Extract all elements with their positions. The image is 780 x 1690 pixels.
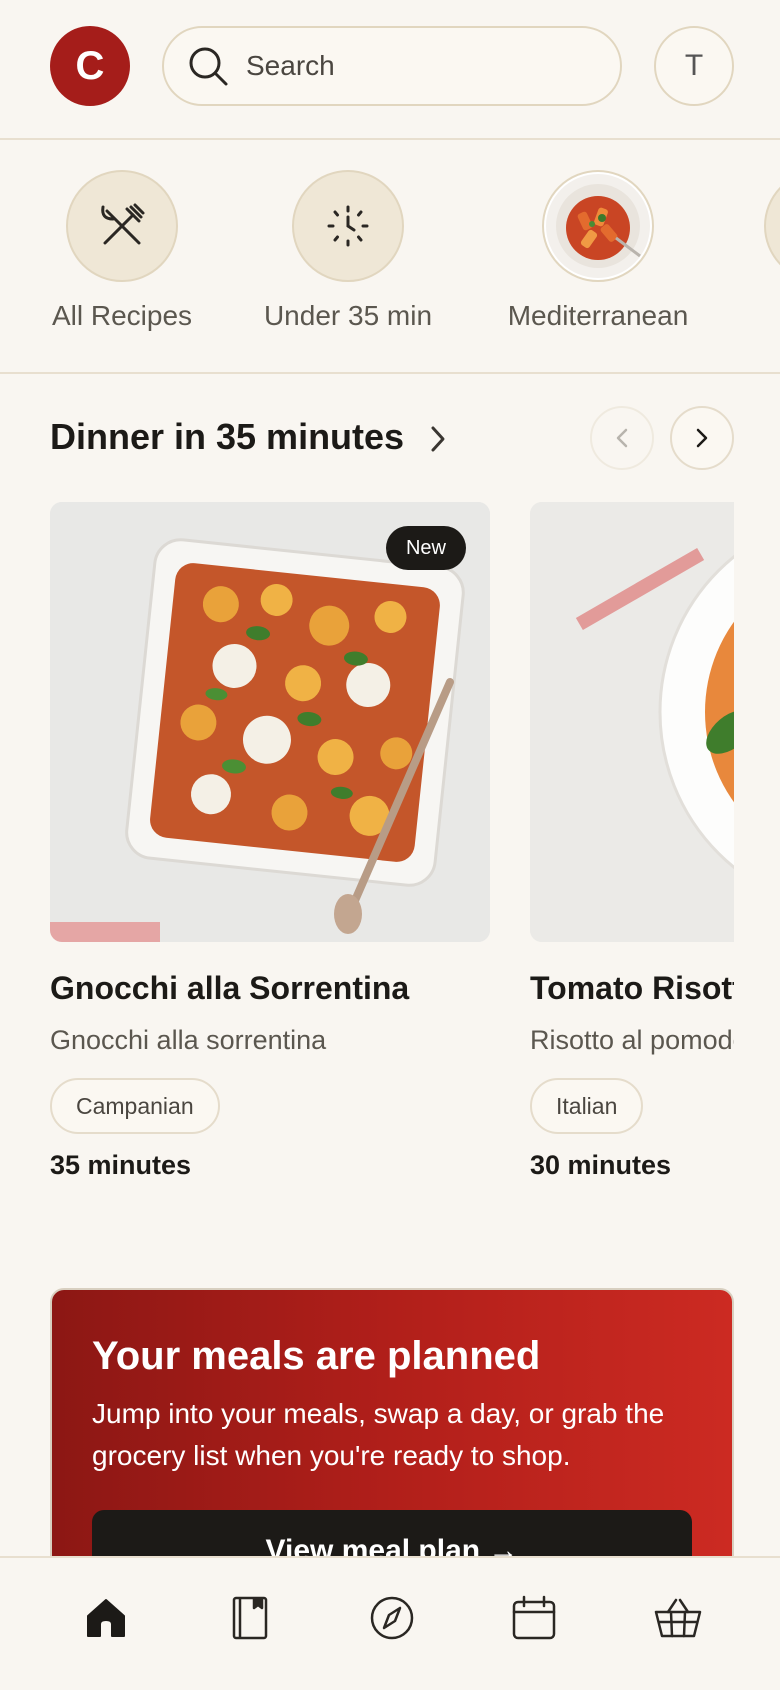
category-label: D bbox=[710, 300, 780, 332]
nav-discover[interactable] bbox=[362, 1588, 422, 1648]
category-label: All Recipes bbox=[51, 300, 193, 331]
category-mediterranean[interactable]: Mediterranean bbox=[488, 170, 708, 332]
category-under-35[interactable]: Under 35 min bbox=[238, 170, 458, 332]
recipe-subtitle: Gnocchi alla sorrentina bbox=[50, 1025, 327, 1055]
nav-cookbook[interactable] bbox=[220, 1588, 280, 1648]
category-icon-circle bbox=[764, 170, 780, 282]
app-logo[interactable]: C bbox=[50, 26, 130, 106]
banner-title: Your meals are planned bbox=[92, 1334, 541, 1378]
cook-time: 30 minutes bbox=[530, 1150, 672, 1180]
cookbook-icon bbox=[232, 1596, 268, 1640]
chevron-left-icon bbox=[616, 428, 628, 448]
cuisine-tag[interactable]: Italian bbox=[530, 1078, 644, 1134]
category-strip: All Recipes Under 35 min Mediterranean bbox=[0, 142, 780, 374]
category-label: Mediterranean bbox=[507, 300, 689, 331]
chevron-right-icon bbox=[696, 428, 708, 448]
search-placeholder: Search bbox=[246, 50, 335, 81]
nav-meal-plan[interactable] bbox=[504, 1588, 564, 1648]
pasta-dish-image bbox=[542, 170, 654, 282]
recipe-title: Gnocchi alla Sorrentina bbox=[50, 970, 410, 1006]
basket-icon bbox=[654, 1598, 702, 1638]
calendar-icon bbox=[512, 1595, 556, 1640]
category-label: Under 35 min bbox=[263, 300, 433, 331]
category-partial[interactable]: D bbox=[710, 170, 780, 332]
user-avatar[interactable]: T bbox=[654, 26, 734, 106]
recipe-subtitle: Risotto al pomodoro bbox=[530, 1025, 734, 1055]
recipe-image bbox=[530, 502, 734, 942]
chevron-right-icon[interactable] bbox=[428, 424, 448, 454]
carousel-next-button[interactable] bbox=[670, 406, 734, 470]
timer-icon bbox=[327, 205, 369, 247]
fork-knife-icon bbox=[101, 203, 145, 245]
nav-home[interactable] bbox=[76, 1588, 136, 1648]
category-icon-circle bbox=[66, 170, 178, 282]
recipe-title: Tomato Risotto bbox=[530, 970, 734, 1006]
compass-icon bbox=[370, 1596, 414, 1640]
cuisine-tag[interactable]: Campanian bbox=[50, 1078, 220, 1134]
recipe-card[interactable]: Tomato Risotto Risotto al pomodoro Itali… bbox=[530, 502, 734, 1181]
nav-groceries[interactable] bbox=[648, 1588, 708, 1648]
recipe-image: New bbox=[50, 502, 490, 942]
cook-time: 35 minutes bbox=[50, 1150, 192, 1180]
recipe-card[interactable]: New Gnocchi alla Sorrentina Gnocchi alla… bbox=[50, 502, 490, 1181]
new-badge: New bbox=[385, 526, 466, 570]
search-input[interactable]: Search bbox=[162, 26, 622, 106]
carousel-prev-button[interactable] bbox=[590, 406, 654, 470]
bottom-nav bbox=[0, 1556, 780, 1690]
app-header: C Search T bbox=[0, 0, 780, 140]
search-icon bbox=[189, 47, 228, 86]
recipe-carousel: New Gnocchi alla Sorrentina Gnocchi alla… bbox=[50, 502, 734, 1202]
banner-text: Jump into your meals, swap a day, or gra… bbox=[92, 1398, 665, 1471]
home-icon bbox=[87, 1599, 125, 1637]
category-all-recipes[interactable]: All Recipes bbox=[12, 170, 232, 332]
section-title[interactable]: Dinner in 35 minutes bbox=[50, 416, 404, 458]
category-icon-circle bbox=[292, 170, 404, 282]
